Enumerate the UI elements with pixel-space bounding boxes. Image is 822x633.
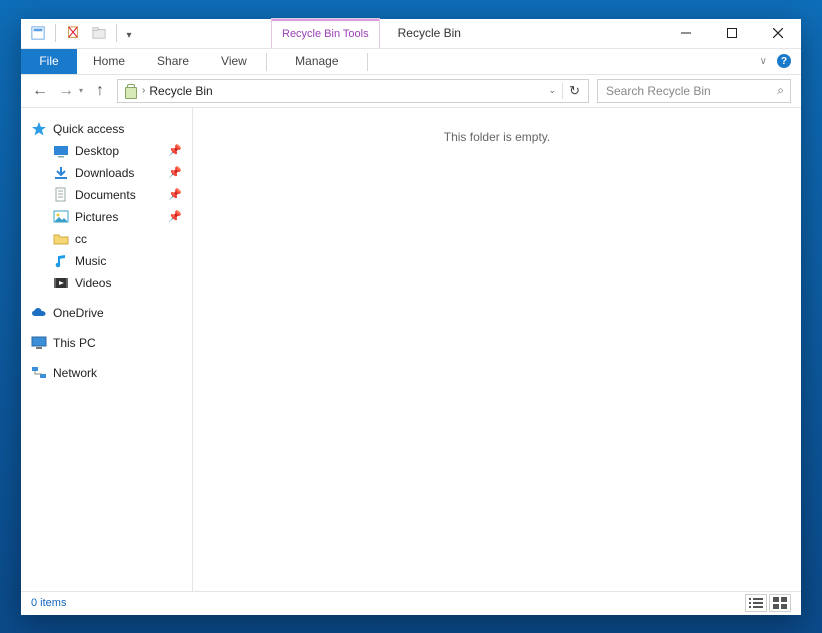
folder-icon	[53, 231, 69, 247]
sidebar-item-desktop[interactable]: Desktop 📌	[25, 140, 188, 162]
qat-new-folder-button[interactable]	[88, 22, 110, 44]
sidebar-item-label: cc	[75, 232, 87, 246]
sidebar-this-pc[interactable]: This PC	[25, 332, 188, 354]
pin-icon: 📌	[168, 188, 182, 201]
file-tab-label: File	[39, 54, 58, 68]
window-title: Recycle Bin	[398, 26, 461, 40]
sidebar-item-label: Downloads	[75, 166, 134, 180]
maximize-button[interactable]	[709, 18, 755, 48]
sidebar-network[interactable]: Network	[25, 362, 188, 384]
onedrive-icon	[31, 305, 47, 321]
status-item-count: 0 items	[31, 597, 66, 609]
explorer-window: ▾ Recycle Bin Tools Recycle Bin File Hom…	[21, 19, 801, 615]
nav-forward-button[interactable]: →	[57, 82, 75, 100]
qat-properties-button[interactable]	[27, 22, 49, 44]
sidebar-item-label: Network	[53, 366, 97, 380]
sidebar-item-folder-cc[interactable]: cc	[25, 228, 188, 250]
ribbon-tab-label: Home	[93, 54, 125, 68]
ribbon-tabs: File Home Share View Manage ∨ ?	[21, 49, 801, 75]
quick-access-toolbar: ▾	[21, 22, 141, 44]
ribbon-expand-chevron-icon[interactable]: ∨	[760, 56, 767, 67]
downloads-icon	[53, 165, 69, 181]
nav-back-button[interactable]: ←	[31, 82, 49, 100]
breadcrumb-location[interactable]: Recycle Bin	[149, 84, 212, 98]
pictures-icon	[53, 209, 69, 225]
navigation-bar: ← → ▾ ↑ › Recycle Bin ⌄ ↻ ⌕	[21, 75, 801, 107]
music-icon	[53, 253, 69, 269]
this-pc-icon	[31, 335, 47, 351]
help-icon[interactable]: ?	[777, 54, 791, 68]
recycle-bin-icon	[122, 83, 138, 99]
contextual-tools-tab-header: Recycle Bin Tools	[271, 18, 380, 48]
qat-separator	[55, 24, 56, 42]
sidebar-item-label: Videos	[75, 276, 111, 290]
refresh-button[interactable]: ↻	[562, 83, 586, 99]
sidebar-item-videos[interactable]: Videos	[25, 272, 188, 294]
pin-icon: 📌	[168, 166, 182, 179]
file-tab[interactable]: File	[21, 49, 77, 74]
sidebar-item-label: Pictures	[75, 210, 118, 224]
sidebar-item-label: Music	[75, 254, 106, 268]
network-icon	[31, 365, 47, 381]
address-history-dropdown[interactable]: ⌄	[543, 85, 563, 96]
sidebar-onedrive[interactable]: OneDrive	[25, 302, 188, 324]
breadcrumb-chevron-icon[interactable]: ›	[138, 85, 149, 96]
close-button[interactable]	[755, 18, 801, 48]
ribbon-tab-share[interactable]: Share	[141, 49, 205, 74]
address-bar[interactable]: › Recycle Bin ⌄ ↻	[117, 79, 589, 103]
search-icon[interactable]: ⌕	[777, 83, 784, 98]
navigation-pane: Quick access Desktop 📌 Downloads 📌	[21, 108, 193, 591]
nav-recent-dropdown[interactable]: ▾	[79, 86, 83, 95]
minimize-button[interactable]	[663, 18, 709, 48]
contextual-tools-label: Recycle Bin Tools	[282, 28, 369, 40]
view-details-button[interactable]	[745, 594, 767, 612]
ribbon-tab-label: Manage	[295, 54, 338, 68]
sidebar-item-label: Quick access	[53, 122, 124, 136]
sidebar-item-label: Desktop	[75, 144, 119, 158]
search-box[interactable]: ⌕	[597, 79, 791, 103]
sidebar-item-pictures[interactable]: Pictures 📌	[25, 206, 188, 228]
star-icon	[31, 121, 47, 137]
qat-customize-dropdown[interactable]: ▾	[123, 26, 135, 41]
ribbon-tab-manage[interactable]: Manage	[269, 49, 365, 74]
ribbon-tab-home[interactable]: Home	[77, 49, 141, 74]
sidebar-item-music[interactable]: Music	[25, 250, 188, 272]
documents-icon	[53, 187, 69, 203]
qat-separator	[116, 24, 117, 42]
window-body: Quick access Desktop 📌 Downloads 📌	[21, 107, 801, 591]
pin-icon: 📌	[168, 144, 182, 157]
ribbon-tab-view[interactable]: View	[205, 49, 263, 74]
view-large-icons-button[interactable]	[769, 594, 791, 612]
ribbon-tab-label: Share	[157, 54, 189, 68]
window-controls	[663, 18, 801, 48]
sidebar-item-documents[interactable]: Documents 📌	[25, 184, 188, 206]
sidebar-item-downloads[interactable]: Downloads 📌	[25, 162, 188, 184]
nav-up-button[interactable]: ↑	[91, 82, 109, 100]
ribbon-tab-label: View	[221, 54, 247, 68]
desktop-icon	[53, 143, 69, 159]
pin-icon: 📌	[168, 210, 182, 223]
videos-icon	[53, 275, 69, 291]
title-bar: ▾ Recycle Bin Tools Recycle Bin	[21, 19, 801, 49]
sidebar-quick-access[interactable]: Quick access	[25, 118, 188, 140]
sidebar-item-label: This PC	[53, 336, 96, 350]
search-input[interactable]	[604, 83, 777, 99]
content-pane: This folder is empty.	[193, 108, 801, 591]
empty-folder-message: This folder is empty.	[444, 130, 550, 144]
status-bar: 0 items	[21, 591, 801, 615]
sidebar-item-label: OneDrive	[53, 306, 104, 320]
qat-empty-recycle-button[interactable]	[62, 22, 84, 44]
sidebar-item-label: Documents	[75, 188, 136, 202]
